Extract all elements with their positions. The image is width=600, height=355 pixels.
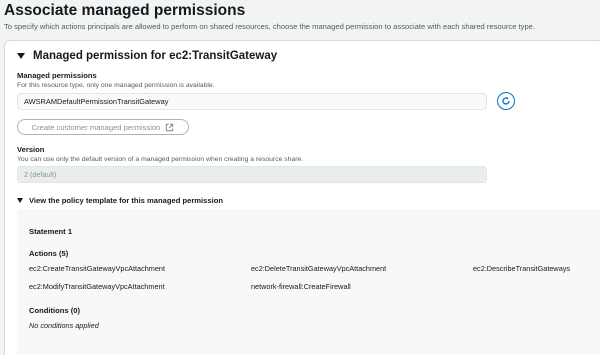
managed-permission-card: Managed permission for ec2:TransitGatewa…	[4, 40, 600, 355]
action-item: ec2:CreateTransitGatewayVpcAttachment	[29, 264, 166, 273]
caret-down-icon	[17, 198, 23, 203]
page-title: Associate managed permissions	[4, 2, 246, 19]
managed-permissions-label: Managed permissions	[17, 71, 97, 80]
policy-template-title: View the policy template for this manage…	[29, 196, 223, 205]
conditions-value: No conditions applied	[29, 321, 99, 330]
managed-permissions-description: For this resource type, only one managed…	[17, 82, 215, 89]
section-title: Managed permission for ec2:TransitGatewa…	[33, 50, 278, 62]
version-label: Version	[17, 145, 45, 154]
create-button-label: Create customer managed permission	[31, 122, 161, 132]
refresh-icon	[502, 96, 510, 105]
action-item: ec2:ModifyTransitGatewayVpcAttachment	[29, 282, 165, 291]
version-select: 2 (default)	[17, 166, 487, 183]
create-customer-managed-permission-button[interactable]: Create customer managed permission	[17, 119, 189, 135]
action-item: network-firewall:CreateFirewall	[251, 282, 351, 291]
refresh-button[interactable]	[497, 92, 515, 110]
policy-template-panel: Statement 1 Actions (5) ec2:CreateTransi…	[17, 209, 600, 355]
section-toggle[interactable]: Managed permission for ec2:TransitGatewa…	[17, 50, 277, 62]
policy-template-toggle[interactable]: View the policy template for this manage…	[17, 196, 223, 205]
page-description: To specify which actions principals are …	[4, 22, 535, 31]
version-description: You can use only the default version of …	[17, 156, 304, 163]
statement-title: Statement 1	[29, 227, 73, 236]
caret-down-icon	[17, 53, 25, 59]
managed-permission-select[interactable]: AWSRAMDefaultPermissionTransitGateway	[17, 93, 487, 110]
actions-label: Actions (5)	[29, 249, 69, 258]
action-item: ec2:DescribeTransitGateways	[473, 264, 571, 273]
action-item: ec2:DeleteTransitGatewayVpcAttachment	[251, 264, 387, 273]
conditions-label: Conditions (0)	[29, 306, 81, 315]
external-link-icon	[166, 123, 174, 131]
